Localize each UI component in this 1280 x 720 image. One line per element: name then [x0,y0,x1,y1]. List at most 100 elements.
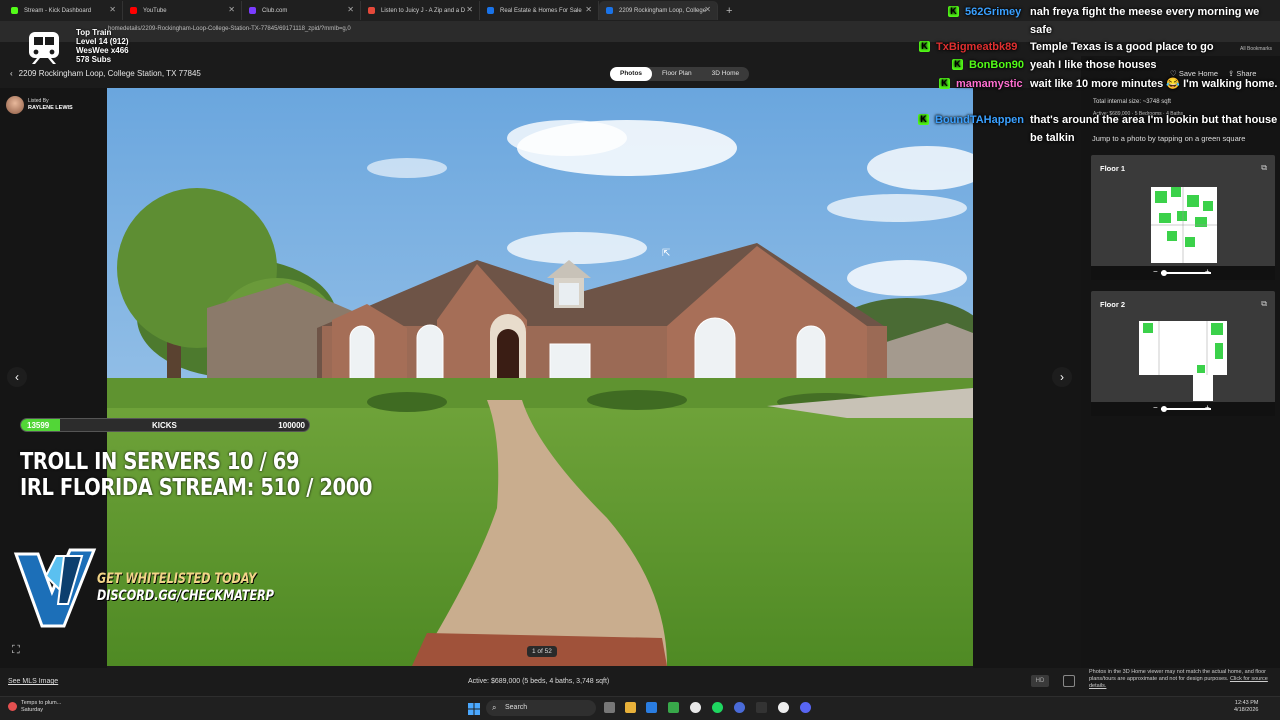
clock-date: 4/18/2026 [1234,707,1259,713]
listing-address: 2209 Rockingham Loop, College Station, T… [18,69,201,78]
train-level: Level 14 (912) [76,37,129,46]
expand-icon[interactable]: ⧉ [1261,299,1267,309]
discord-icon[interactable] [800,702,811,713]
tab-photos[interactable]: Photos [610,67,653,81]
tab-floor-plan[interactable]: Floor Plan [652,67,702,81]
chat-user: K BoundTAHappen [918,111,1024,129]
whitelist-promo: GET WHITELISTED TODAY DISCORD.GG/CHECKMA… [97,571,274,605]
kicks-current: 13599 [27,421,50,430]
zillow-favicon-icon [606,7,613,14]
tab-youtube[interactable]: YouTube ✕ [123,1,242,20]
floor-2-card[interactable]: Floor 2 ⧉ − + [1091,291,1275,416]
zoom-knob[interactable] [1161,270,1167,276]
club-favicon-icon [249,7,256,14]
obs-icon[interactable] [778,702,789,713]
kick-badge-icon: K [918,114,929,125]
app-icon[interactable] [756,702,767,713]
zoom-out-icon[interactable]: − [1153,403,1158,412]
close-tab-icon[interactable]: ✕ [585,5,592,14]
zoom-knob[interactable] [1161,406,1167,412]
tab-kick-dashboard[interactable]: Stream - Kick Dashboard ✕ [4,1,123,20]
chat-message: nah freya fight the meese every morning … [1030,6,1260,36]
app-icon[interactable] [734,702,745,713]
chat-username: TxBigmeatbk89 [936,41,1018,53]
chat-user: Kmamamystic [939,75,1023,93]
tab-juicy-j[interactable]: Listen to Juicy J - A Zip and a D ✕ [361,1,480,20]
chat-message: yeah I like those houses [1030,59,1157,71]
close-tab-icon[interactable]: ✕ [347,5,354,14]
taskbar-search[interactable]: Search [486,700,596,716]
whitelist-line1: GET WHITELISTED TODAY [97,571,257,587]
floor-2-zoom-slider[interactable]: − + [1091,402,1275,416]
url-field[interactable]: homedetails/2209-Rockingham-Loop-College… [108,26,351,32]
close-tab-icon[interactable]: ✕ [228,5,235,14]
expand-icon[interactable]: ⧉ [1261,163,1267,173]
tab-real-estate[interactable]: Real Estate & Homes For Sale ✕ [480,1,599,20]
close-tab-icon[interactable]: ✕ [704,5,711,14]
floor-2-plan-image [1139,321,1227,401]
music-favicon-icon [368,7,375,14]
spotify-icon[interactable] [712,702,723,713]
tab-label: YouTube [143,7,167,14]
listing-footer [0,668,1280,696]
chevron-left-icon: ‹ [10,69,13,78]
search-label: Search [505,704,528,711]
chrome-icon[interactable] [690,702,701,713]
see-mls-link[interactable]: See MLS Image [8,678,58,685]
zoom-track [1161,272,1211,274]
system-clock[interactable]: 12:43 PM 4/18/2026 [1234,700,1258,714]
chat-username: BoundTAHappen [935,114,1025,126]
close-tab-icon[interactable]: ✕ [466,5,473,14]
weather-widget[interactable]: Temps to plum... Saturday [8,700,61,714]
chat-username: BonBon90 [969,59,1024,71]
new-tab-button[interactable]: + [726,5,732,17]
close-tab-icon[interactable]: ✕ [109,5,116,14]
clock-time: 12:43 PM [1234,700,1259,706]
back-to-listing[interactable]: ‹ 2209 Rockingham Loop, College Station,… [10,69,201,78]
store-icon[interactable] [646,702,657,713]
chat-user: K BonBon90 [952,56,1024,74]
sidebar-toggle-icon[interactable] [1063,675,1075,687]
disclaimer: Photos in the 3D Home viewer may not mat… [1089,669,1273,690]
train-subs: 578 Subs [76,55,112,64]
fullscreen-icon[interactable]: ⛶ [12,644,20,657]
agent-name: RAYLENE LEWIS [28,105,73,111]
tab-3d-home[interactable]: 3D Home [702,67,749,81]
tab-club[interactable]: Club.com ✕ [242,1,361,20]
tab-label: Club.com [262,7,288,14]
tab-label: Real Estate & Homes For Sale [500,7,582,14]
kicks-goal-bar: 13599 KICKS 100000 [20,418,310,432]
stream-goals: TROLL IN SERVERS 10 / 69 IRL FLORIDA STR… [20,449,373,501]
listed-by: Listed By RAYLENE LEWIS [6,96,73,114]
listed-by-label: Listed By [28,98,49,104]
next-photo-button[interactable]: › [1052,367,1072,387]
hd-toggle[interactable]: HD [1031,675,1049,687]
tab-listing[interactable]: 2209 Rockingham Loop, College ✕ [599,1,718,20]
floor-1-card[interactable]: Floor 1 ⧉ − + [1091,155,1275,280]
zillow-favicon-icon [487,7,494,14]
chat-username: 562Grimey [965,6,1022,18]
zoom-out-icon[interactable]: − [1153,267,1158,276]
tab-label: 2209 Rockingham Loop, College [619,7,707,14]
internal-size-text: Total internal size: ~3748 sqft [1093,99,1171,105]
train-icon [29,32,59,64]
avatar [6,96,24,114]
floor-1-zoom-slider[interactable]: − + [1091,266,1275,280]
zoom-in-icon[interactable]: + [1205,267,1210,276]
windows-start-icon[interactable] [468,702,480,715]
kick-badge-icon: K [919,41,930,52]
youtube-favicon-icon [130,7,137,14]
kick-favicon-icon [11,7,18,14]
task-view-icon[interactable] [604,702,615,713]
app-icon[interactable] [668,702,679,713]
file-explorer-icon[interactable] [625,702,636,713]
previous-photo-button[interactable]: ‹ [7,367,27,387]
windows-taskbar [0,696,1280,720]
tab-label: Stream - Kick Dashboard [24,7,92,14]
top-train-info: Top Train Level 14 (912) WesWee x466 578… [76,28,129,64]
kicks-goal: 100000 [278,421,305,430]
tab-label: Listen to Juicy J - A Zip and a D [381,7,466,14]
zoom-in-icon[interactable]: + [1205,403,1210,412]
kicks-label: KICKS [152,421,177,430]
floor-2-title: Floor 2 [1100,300,1126,309]
